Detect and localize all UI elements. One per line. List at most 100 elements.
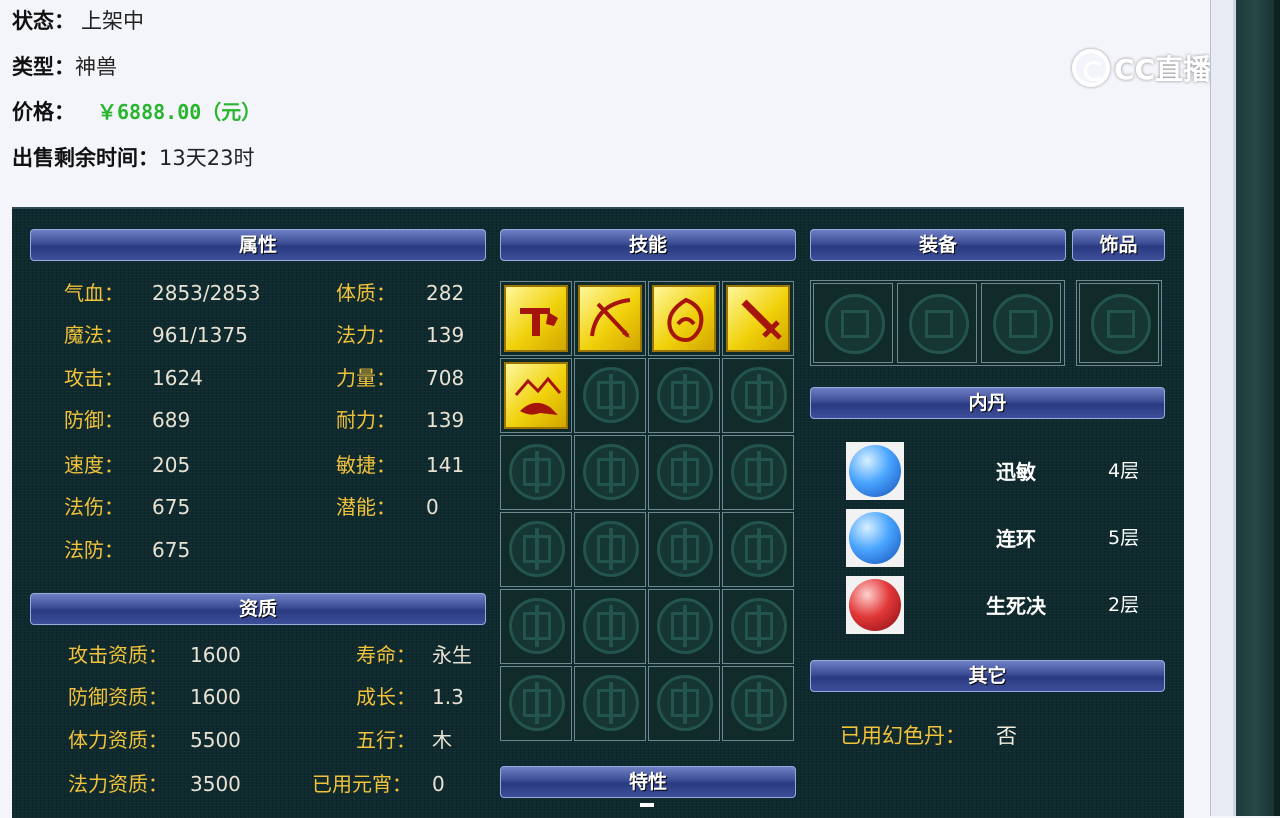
stat-row: 敏捷： 141 [336, 450, 464, 480]
slot-ornament-icon [657, 367, 713, 423]
slot-ornament-icon [583, 367, 639, 423]
accessory-header: 饰品 [1072, 229, 1165, 261]
stat-row: 耐力： 139 [336, 405, 464, 435]
aptitude-row: 已用元宵： 0 [312, 769, 445, 799]
skill-icon-5[interactable] [504, 362, 568, 429]
inner-pill-icon[interactable] [846, 576, 904, 634]
type-value: 神兽 [75, 55, 117, 79]
aptitude-header: 资质 [30, 593, 486, 625]
stat-row: 速度： 205 [64, 450, 190, 480]
aptitude-label: 成长： [356, 685, 416, 709]
stat-value: 2853/2853 [152, 281, 261, 305]
price-row: 价格： ￥6888.00（元） [12, 97, 261, 127]
slot-ornament-icon [731, 675, 787, 731]
skill-slot[interactable] [500, 358, 572, 433]
inner-pill-row[interactable]: 生死决 2层 [846, 576, 1166, 636]
aptitude-value: 永生 [432, 643, 472, 667]
equipment-header: 装备 [810, 229, 1066, 261]
aptitude-value: 木 [432, 728, 452, 752]
stat-value: 689 [152, 408, 191, 432]
skill-slot[interactable] [648, 281, 720, 356]
empty-skill-slot[interactable] [500, 512, 572, 587]
stat-label: 法伤： [64, 495, 124, 519]
stat-row: 法防： 675 [64, 535, 190, 565]
cc-logo-icon [1072, 49, 1110, 87]
inner-pill-row[interactable]: 迅敏 4层 [846, 442, 1166, 502]
time-row: 出售剩余时间：13天23时 [12, 143, 254, 173]
empty-skill-slot[interactable] [574, 666, 646, 741]
stat-label: 潜能： [336, 495, 396, 519]
empty-skill-slot[interactable] [722, 358, 794, 433]
slot-ornament-icon [657, 444, 713, 500]
empty-skill-slot[interactable] [648, 435, 720, 510]
empty-skill-slot[interactable] [574, 435, 646, 510]
empty-skill-slot[interactable] [500, 435, 572, 510]
inner-pill-row[interactable]: 连环 5层 [846, 509, 1166, 569]
right-scroll-area[interactable] [1210, 0, 1280, 816]
stat-value: 675 [152, 538, 191, 562]
aptitude-value: 0 [432, 772, 445, 796]
inner-pill-level: 2层 [1108, 594, 1140, 616]
skill-icon-1[interactable] [504, 285, 568, 352]
color-pill-used-label: 已用幻色丹： [840, 724, 966, 748]
stat-row: 力量： 708 [336, 363, 464, 393]
type-label: 类型： [12, 55, 75, 79]
status-row: 状态： 上架中 [12, 6, 144, 36]
empty-skill-slot[interactable] [722, 666, 794, 741]
skill-slot[interactable] [500, 281, 572, 356]
equipment-slots [810, 280, 1065, 366]
watermark-text: CC直播 [1114, 53, 1212, 86]
slot-ornament-icon [731, 521, 787, 577]
empty-skill-slot[interactable] [500, 666, 572, 741]
attributes-header: 属性 [30, 229, 486, 261]
aptitude-label: 寿命： [356, 643, 416, 667]
status-value: 上架中 [81, 9, 144, 33]
aptitude-value: 1600 [190, 685, 241, 709]
skill-icon-2[interactable] [578, 285, 642, 352]
empty-skill-slot[interactable] [574, 589, 646, 664]
stat-label: 法力： [336, 323, 396, 347]
skills-header: 技能 [500, 229, 796, 261]
empty-skill-slot[interactable] [648, 358, 720, 433]
inner-pill-icon[interactable] [846, 442, 904, 500]
slot-ornament-icon [731, 598, 787, 654]
slot-ornament-icon [1091, 294, 1151, 354]
empty-skill-slot[interactable] [722, 589, 794, 664]
empty-skill-slot[interactable] [500, 589, 572, 664]
stat-row: 潜能： 0 [336, 492, 439, 522]
slot-ornament-icon [825, 294, 885, 354]
accessory-slot[interactable] [1079, 283, 1159, 363]
inner-pill-icon[interactable] [846, 509, 904, 567]
stat-row: 体质： 282 [336, 278, 464, 308]
equipment-slot[interactable] [897, 283, 977, 363]
stat-label: 法防： [64, 538, 124, 562]
stat-label: 速度： [64, 453, 124, 477]
stat-label: 耐力： [336, 408, 396, 432]
skill-icon-4[interactable] [726, 285, 790, 352]
scrollbar[interactable] [1274, 0, 1280, 816]
skill-icon-3[interactable] [652, 285, 716, 352]
empty-skill-slot[interactable] [648, 512, 720, 587]
aptitude-value: 5500 [190, 728, 241, 752]
empty-skill-slot[interactable] [648, 666, 720, 741]
accessory-slots [1076, 280, 1162, 366]
aptitude-label: 已用元宵： [312, 772, 412, 796]
stat-row: 气血： 2853/2853 [64, 278, 261, 308]
stat-label: 防御： [64, 408, 124, 432]
empty-skill-slot[interactable] [648, 589, 720, 664]
empty-skill-slot[interactable] [574, 358, 646, 433]
slot-ornament-icon [583, 598, 639, 654]
aptitude-row: 寿命： 永生 [356, 640, 472, 670]
slot-ornament-icon [731, 444, 787, 500]
empty-skill-slot[interactable] [722, 435, 794, 510]
equipment-slot[interactable] [981, 283, 1061, 363]
skill-slot[interactable] [722, 281, 794, 356]
empty-skill-slot[interactable] [722, 512, 794, 587]
price-value: ￥6888.00（元） [97, 100, 262, 124]
empty-skill-slot[interactable] [574, 512, 646, 587]
stat-value: 0 [426, 495, 439, 519]
equipment-slot[interactable] [813, 283, 893, 363]
skill-slot[interactable] [574, 281, 646, 356]
stat-row: 法伤： 675 [64, 492, 190, 522]
slot-ornament-icon [657, 521, 713, 577]
